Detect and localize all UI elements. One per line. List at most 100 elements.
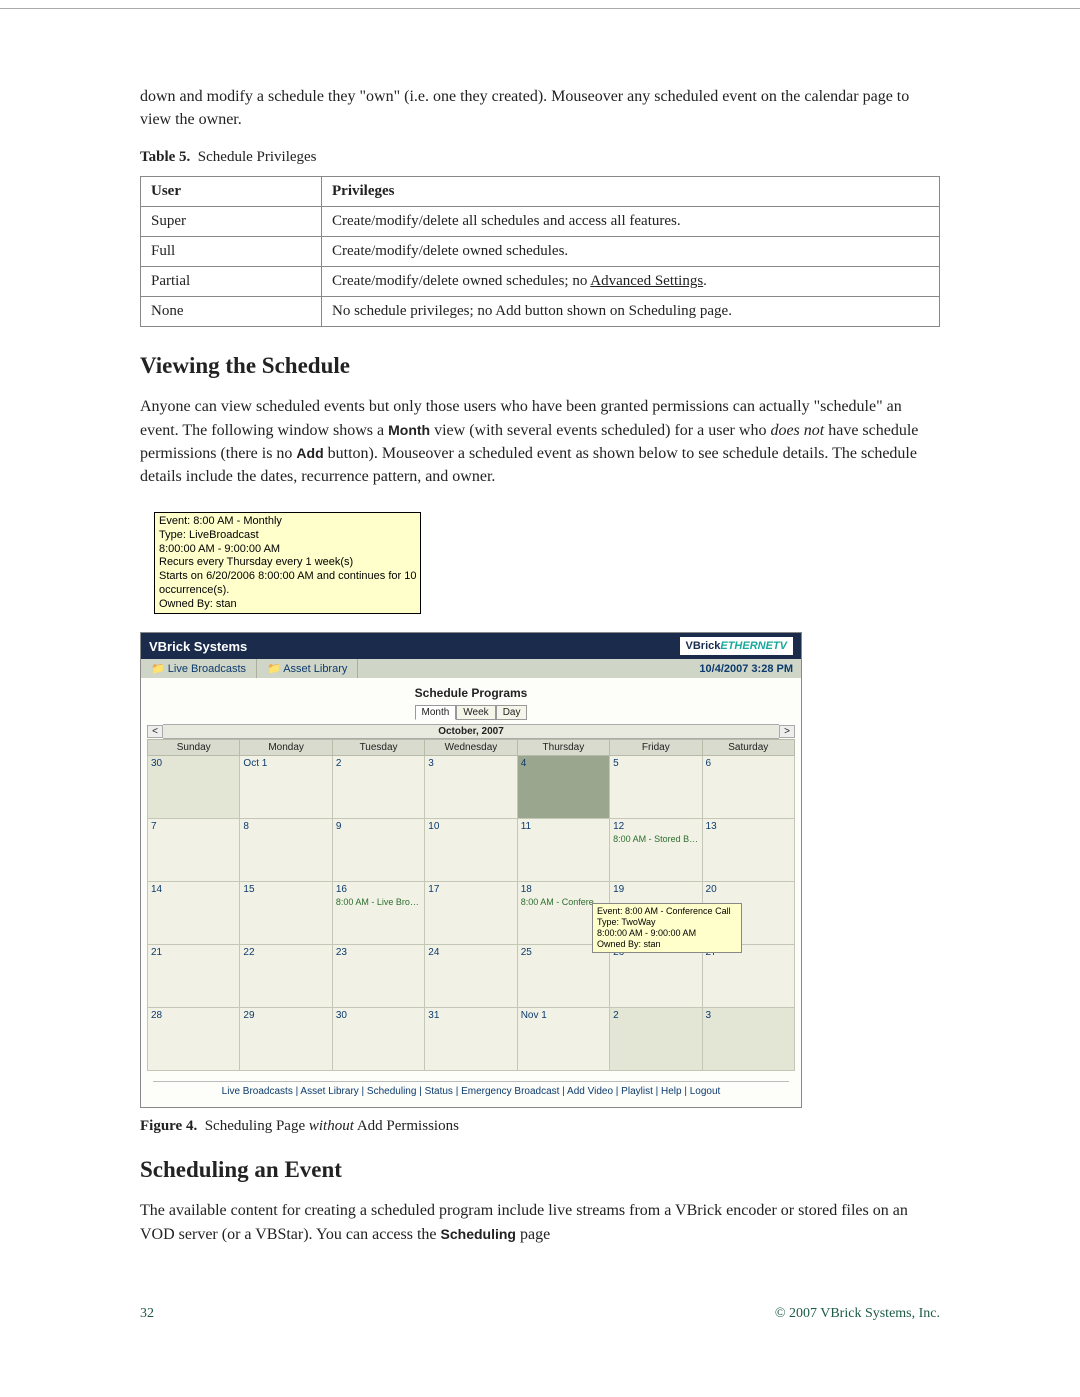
cell-user: None [141,297,322,327]
calendar-cell[interactable]: 5 [610,756,702,819]
calendar-cell[interactable]: 24 [425,945,517,1008]
section-heading-scheduling: Scheduling an Event [140,1157,940,1183]
brand-label: VBrick Systems [149,639,247,654]
schedule-programs-title: Schedule Programs [147,686,795,700]
tooltip-line: Event: 8:00 AM - Conference Call [597,906,737,917]
calendar-cell[interactable]: 2 [332,756,424,819]
tab-live-broadcasts[interactable]: 📁 Live Broadcasts [141,659,257,678]
tooltip-line: Type: LiveBroadcast [159,529,416,543]
calendar-cell[interactable]: 22 [240,945,332,1008]
calendar-day-header: Monday [240,740,332,756]
cell-user: Super [141,207,322,237]
intro-paragraph: down and modify a schedule they "own" (i… [140,85,940,131]
screenshot-footer-links[interactable]: Live Broadcasts | Asset Library | Schedu… [153,1081,789,1097]
next-month-button[interactable]: > [779,725,795,738]
table-caption: Table 5. Schedule Privileges [140,149,940,166]
table-row: None No schedule privileges; no Add butt… [141,297,940,327]
keyword-month: Month [388,422,430,438]
cell-user: Full [141,237,322,267]
calendar-event[interactable]: 8:00 AM - Live Broad... [336,897,421,907]
calendar-cell[interactable]: 8 [240,819,332,882]
table-header-user: User [141,177,322,207]
day-number: 3 [706,1010,791,1021]
day-number: 13 [706,821,791,832]
calendar-cell[interactable]: Nov 1 [517,1008,609,1071]
calendar-cell[interactable]: 28 [148,1008,240,1071]
day-number: 10 [428,821,513,832]
calendar-event[interactable]: 8:00 AM - Stored Bro... [613,834,698,844]
cell-priv-pre: Create/modify/delete owned schedules; no [332,273,590,289]
view-tabs: MonthWeekDay [147,702,795,720]
calendar-cell[interactable]: 30 [332,1008,424,1071]
calendar-cell[interactable]: 26 [610,945,702,1008]
advanced-settings-link[interactable]: Advanced Settings [590,273,703,289]
day-number: 31 [428,1010,513,1021]
calendar-cell[interactable]: 25 [517,945,609,1008]
calendar-day-header: Wednesday [425,740,517,756]
table-row: Super Create/modify/delete all schedules… [141,207,940,237]
prev-month-button[interactable]: < [147,725,163,738]
copyright-label: © 2007 VBrick Systems, Inc. [775,1306,940,1322]
calendar-cell[interactable]: 6 [702,756,794,819]
screenshot-topbar: VBrick Systems VBrickETHERNETV [141,633,801,659]
day-number: Nov 1 [521,1010,606,1021]
calendar-cell[interactable]: 13 [702,819,794,882]
section-heading-viewing: Viewing the Schedule [140,353,940,379]
calendar-cell[interactable]: 31 [425,1008,517,1071]
day-number: 18 [521,884,606,895]
calendar-cell[interactable]: 3 [425,756,517,819]
day-number: 15 [243,884,328,895]
scheduling-screenshot: VBrick Systems VBrickETHERNETV 📁 Live Br… [140,632,802,1108]
day-number: 28 [151,1010,236,1021]
table-caption-prefix: Table 5. [140,149,190,165]
day-number: 3 [428,758,513,769]
day-number: 23 [336,947,421,958]
calendar-cell[interactable]: Oct 1 [240,756,332,819]
day-number: Oct 1 [243,758,328,769]
calendar-cell[interactable]: 2 [610,1008,702,1071]
privileges-table: User Privileges Super Create/modify/dele… [140,176,940,327]
day-number: 22 [243,947,328,958]
view-tab-day[interactable]: Day [496,705,528,720]
day-number: 30 [151,758,236,769]
day-number: 30 [336,1010,421,1021]
calendar-cell[interactable]: 4 [517,756,609,819]
tab-asset-library[interactable]: 📁 Asset Library [257,659,358,678]
timestamp-label: 10/4/2007 3:28 PM [691,660,801,678]
vbrick-logo: VBrickETHERNETV [680,637,793,655]
calendar-cell[interactable]: 27 [702,945,794,1008]
day-number: 17 [428,884,513,895]
cell-priv-post: . [703,273,707,289]
section2-paragraph: The available content for creating a sch… [140,1199,940,1245]
calendar-cell[interactable]: 9 [332,819,424,882]
tooltip-line: occurrence(s). [159,584,416,598]
view-tab-month[interactable]: Month [415,705,457,720]
calendar-cell[interactable]: 21 [148,945,240,1008]
table-row: Full Create/modify/delete owned schedule… [141,237,940,267]
calendar-cell[interactable]: 15 [240,882,332,945]
calendar-cell[interactable]: 10 [425,819,517,882]
calendar-cell[interactable]: 17 [425,882,517,945]
cell-priv: Create/modify/delete all schedules and a… [322,207,940,237]
table-row: Partial Create/modify/delete owned sched… [141,267,940,297]
calendar-cell[interactable]: 3 [702,1008,794,1071]
tooltip-line: Type: TwoWay [597,917,737,928]
tooltip-line: Owned By: stan [597,939,737,950]
calendar-cell[interactable]: 128:00 AM - Stored Bro... [610,819,702,882]
calendar-cell[interactable]: 29 [240,1008,332,1071]
cell-priv: No schedule privileges; no Add button sh… [322,297,940,327]
calendar-cell[interactable]: 14 [148,882,240,945]
view-tab-week[interactable]: Week [456,705,495,720]
day-number: 24 [428,947,513,958]
tooltip-line: Event: 8:00 AM - Monthly [159,515,416,529]
calendar-cell[interactable]: 11 [517,819,609,882]
calendar-cell[interactable]: 168:00 AM - Live Broad... [332,882,424,945]
calendar-cell[interactable]: 30 [148,756,240,819]
tooltip-line: Owned By: stan [159,598,416,612]
page-number: 32 [140,1306,154,1322]
calendar-cell[interactable]: 23 [332,945,424,1008]
calendar-cell[interactable]: 7 [148,819,240,882]
day-number: 2 [613,1010,698,1021]
keyword-scheduling: Scheduling [441,1226,516,1242]
figure-caption-prefix: Figure 4. [140,1118,197,1134]
